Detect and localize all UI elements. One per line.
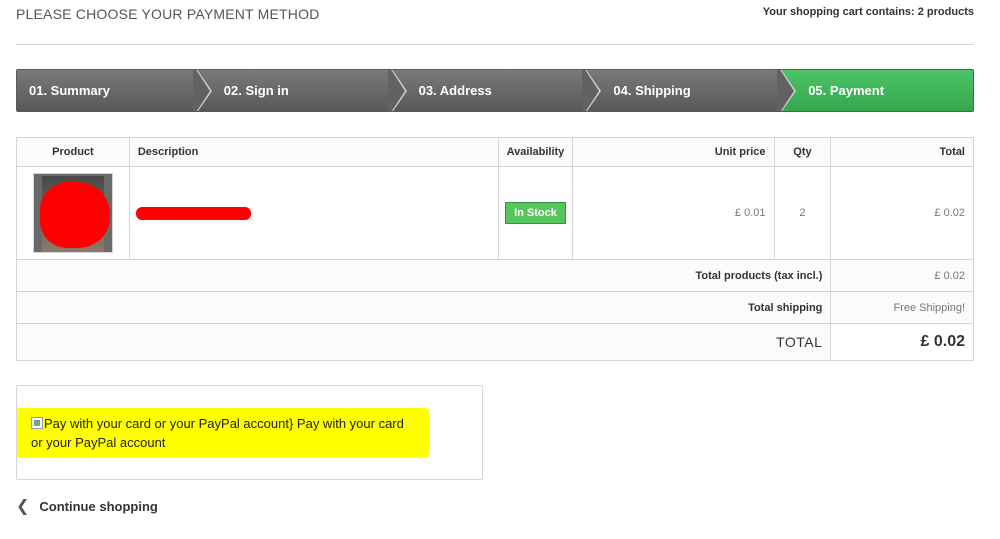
cart-table: Product Description Availability Unit pr…: [15, 137, 974, 361]
product-image-cell: [16, 166, 130, 260]
step-shipping[interactable]: 04. Shipping: [583, 70, 797, 111]
step-address[interactable]: 03. Address: [388, 70, 602, 111]
paypal-payment-option[interactable]: Pay with your card or your PayPal accoun…: [17, 408, 429, 458]
cart-summary: Your shopping cart contains: 2 products: [762, 6, 974, 18]
column-header-availability: Availability: [497, 137, 574, 167]
step-arrow-fill: [192, 70, 210, 111]
table-row: In Stock £ 0.01 2 £ 0.02: [16, 166, 974, 260]
step-sign-in[interactable]: 02. Sign in: [193, 70, 407, 111]
page-title: PLEASE CHOOSE YOUR PAYMENT METHOD: [16, 6, 320, 22]
total-shipping-label: Total shipping: [15, 291, 832, 324]
redaction-mark: [135, 206, 251, 220]
step-label: 04. Shipping: [613, 83, 691, 98]
column-header-total: Total: [830, 137, 974, 167]
step-label: 03. Address: [418, 83, 492, 98]
unit-price-cell: £ 0.01: [572, 166, 775, 260]
total-products-row: Total products (tax incl.) £ 0.02: [15, 259, 974, 292]
column-header-unit-price: Unit price: [572, 137, 775, 167]
status-badge: In Stock: [505, 202, 566, 224]
heading-divider: [16, 44, 974, 45]
grand-total-label: TOTAL: [15, 323, 832, 361]
column-header-product: Product: [16, 137, 130, 167]
total-shipping-row: Total shipping Free Shipping!: [15, 291, 974, 324]
product-image[interactable]: [32, 173, 113, 253]
step-arrow-fill: [777, 70, 795, 111]
product-description-cell: [128, 166, 499, 260]
redaction-mark: [39, 182, 110, 248]
table-header-row: Product Description Availability Unit pr…: [16, 137, 974, 167]
column-header-qty: Qty: [773, 137, 832, 167]
step-label: 01. Summary: [29, 83, 110, 98]
column-header-description: Description: [128, 137, 499, 167]
grand-total-value: £ 0.02: [830, 323, 974, 361]
broken-image-icon: [31, 417, 43, 429]
checkout-steps: 01. Summary 02. Sign in 03. Address 04. …: [16, 69, 974, 112]
step-summary[interactable]: 01. Summary: [17, 70, 212, 111]
payment-methods-box: Pay with your card or your PayPal accoun…: [16, 385, 483, 480]
total-shipping-value: Free Shipping!: [830, 291, 974, 324]
step-payment: 05. Payment: [778, 70, 973, 111]
paypal-image-alt-text: Pay with your card or your PayPal accoun…: [44, 416, 294, 431]
chevron-left-icon: ❮: [16, 498, 30, 515]
continue-shopping-label: Continue shopping: [39, 498, 158, 514]
step-label: 02. Sign in: [223, 83, 289, 98]
step-arrow-fill: [582, 70, 600, 111]
qty-cell: 2: [773, 166, 832, 260]
continue-shopping-link[interactable]: ❮ Continue shopping: [16, 496, 158, 516]
total-products-label: Total products (tax incl.): [15, 259, 832, 292]
step-label: 05. Payment: [808, 83, 885, 98]
grand-total-row: TOTAL £ 0.02: [15, 323, 974, 361]
total-products-value: £ 0.02: [830, 259, 974, 292]
line-total-cell: £ 0.02: [830, 166, 974, 260]
availability-cell: In Stock: [497, 166, 574, 260]
step-arrow-fill: [387, 70, 405, 111]
